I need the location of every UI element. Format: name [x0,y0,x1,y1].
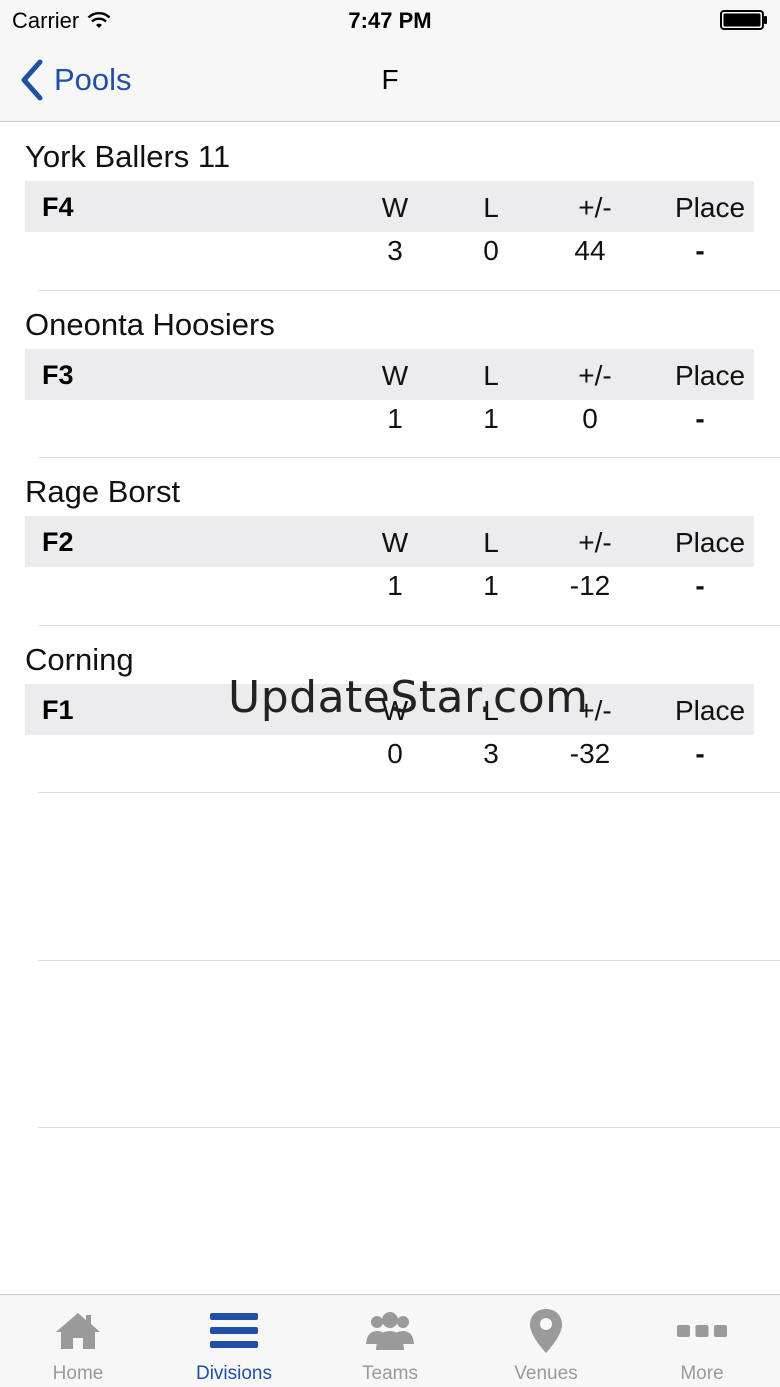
team-name: Oneonta Hoosiers [25,306,275,342]
navigation-bar: Pools F [0,40,780,122]
tab-home[interactable]: Home [0,1295,156,1387]
tab-venues-label: Venues [514,1363,578,1384]
tab-teams-label: Teams [362,1363,418,1384]
column-header-plus-minus: +/- [578,192,612,223]
losses-value: 0 [483,235,499,266]
losses-value: 3 [483,737,499,769]
standings-header-row: F3 W L +/- Place [25,348,754,400]
column-header-plus-minus: +/- [578,694,612,726]
empty-row [38,793,780,961]
standings-header-row: F1 W L +/- Place [25,683,754,735]
column-header-losses: L [483,359,499,391]
list-icon [210,1313,258,1348]
column-header-plus-minus: +/- [578,527,612,558]
plus-minus-value: 44 [574,235,606,266]
column-header-place: Place [674,192,746,223]
place-value: - [695,737,705,769]
column-header-losses: L [483,192,499,223]
column-header-plus-minus: +/- [578,359,612,391]
standings-list[interactable]: York Ballers 11 F4 W L +/- Place 3 0 44 … [0,123,780,1295]
battery-icon [720,10,767,30]
standings-header-row: F2 W L +/- Place [25,516,754,567]
empty-row [38,1128,780,1295]
team-standing-row[interactable]: York Ballers 11 F4 W L +/- Place 3 0 44 … [25,123,780,291]
standings-header-row: F4 W L +/- Place [25,181,754,232]
tab-divisions[interactable]: Divisions [156,1295,312,1387]
pool-label: F4 [42,192,74,222]
team-standing-row[interactable]: Corning F1 W L +/- Place 0 3 -32 - [25,626,780,793]
column-header-wins: W [381,192,409,223]
map-pin-icon [530,1309,562,1353]
tab-more[interactable]: More [624,1295,780,1387]
people-icon [366,1312,414,1350]
plus-minus-value: -32 [569,737,611,769]
status-time: 7:47 PM [348,8,432,33]
wins-value: 0 [387,737,403,769]
tab-bar: Home Divisions Teams Venues More [0,1294,780,1387]
place-value: - [695,235,705,266]
team-name: York Ballers 11 [25,139,231,174]
home-icon [56,1313,100,1349]
column-header-wins: W [381,359,409,391]
losses-value: 1 [483,570,499,601]
tab-divisions-label: Divisions [195,1363,273,1384]
wins-value: 3 [387,235,403,266]
team-name: Rage Borst [25,474,181,509]
wins-value: 1 [387,570,403,601]
plus-minus-value: 0 [582,402,598,434]
page-title: F [381,64,399,95]
wins-value: 1 [387,402,403,434]
team-name: Corning [25,641,134,677]
column-header-place: Place [674,694,746,726]
place-value: - [695,402,705,434]
tab-home-label: Home [52,1363,104,1384]
place-value: - [695,570,705,601]
team-standing-row[interactable]: Rage Borst F2 W L +/- Place 1 1 -12 - [25,458,780,626]
tab-more-label: More [680,1363,724,1384]
empty-row [38,961,780,1128]
losses-value: 1 [483,402,499,434]
tab-teams[interactable]: Teams [312,1295,468,1387]
more-icon [677,1325,727,1337]
column-header-wins: W [381,527,409,558]
pool-label: F1 [42,694,74,725]
pool-label: F3 [42,359,74,390]
pool-label: F2 [42,527,74,557]
column-header-place: Place [674,359,746,391]
column-header-losses: L [483,527,499,558]
team-standing-row[interactable]: Oneonta Hoosiers F3 W L +/- Place 1 1 0 … [25,291,780,458]
column-header-losses: L [483,694,499,726]
column-header-place: Place [674,527,746,558]
column-header-wins: W [381,694,409,726]
tab-venues[interactable]: Venues [468,1295,624,1387]
plus-minus-value: -12 [569,570,611,601]
status-bar: Carrier 7:47 PM [0,0,780,40]
